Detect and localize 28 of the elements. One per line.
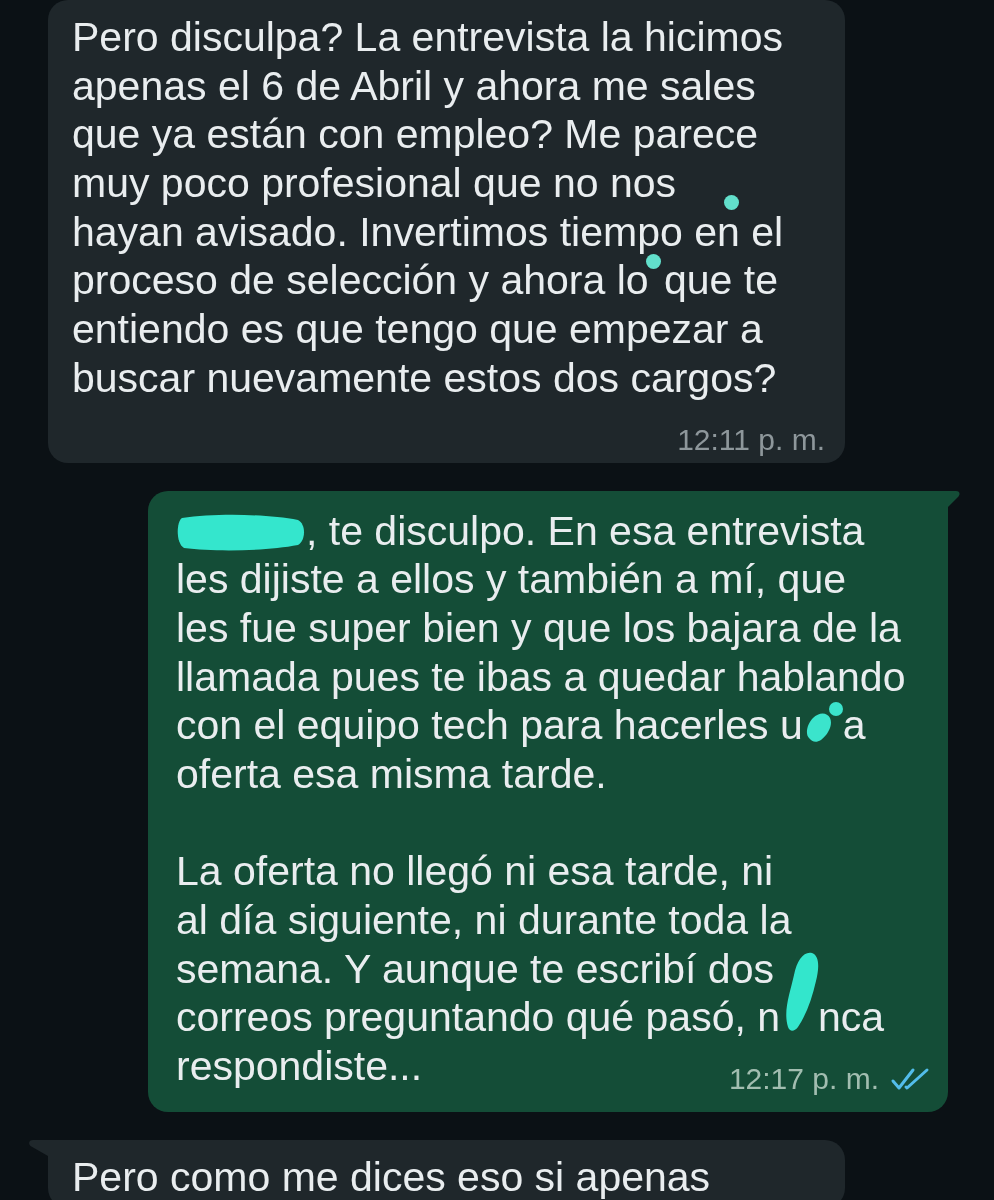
- message-text: Pero disculpa? La entrevista la hicimos: [72, 14, 784, 60]
- message-text: entiendo es que tengo que empezar a: [72, 306, 763, 353]
- message-text: proceso de selección y ahora lo: [72, 257, 649, 304]
- message-text: muy poco profesional que no nos: [72, 160, 676, 207]
- message-text: respondiste...: [176, 1043, 423, 1090]
- message-text: Pero como me dices eso si apenas: [72, 1154, 711, 1200]
- message-text: les fue super bien y que los bajara de la: [176, 604, 901, 651]
- message-text: que ya están con empleo? Me parece: [72, 111, 759, 158]
- message-text: apenas el 6 de Abril y ahora me sales: [72, 62, 756, 109]
- message-text: al día siguiente, ni durante toda la: [176, 897, 792, 943]
- message-text: buscar nuevamente estos dos cargos?: [72, 354, 777, 401]
- message-text: , te disculpo. En esa entrevista: [306, 507, 865, 554]
- dot-icon: [645, 254, 661, 270]
- message-text: a: [842, 702, 866, 749]
- message-text: oferta esa misma tarde.: [176, 750, 607, 797]
- message-text: llamada pues te ibas a quedar hablando: [176, 653, 906, 700]
- message-text: les dijiste a ellos y también a mí, que: [176, 556, 846, 603]
- dot-icon: [724, 195, 739, 211]
- message-time: 12:17 p. m.: [728, 1062, 879, 1097]
- message-text: con el equipo tech para hacerles u: [176, 702, 803, 749]
- scribble-icon: [804, 700, 843, 743]
- message-time: 12:11 p. m.: [677, 422, 825, 457]
- message-text: correos preguntando qué pasó, n: [176, 994, 781, 1041]
- message-text: nca: [818, 994, 885, 1041]
- message-text: La oferta no llegó ni esa tarde, ni: [176, 848, 774, 895]
- message-text: hayan avisado. Invertimos tiempo en el: [72, 208, 784, 255]
- message-text: semana. Y aunque te escribí dos: [176, 945, 774, 992]
- message-text: que te: [663, 257, 778, 304]
